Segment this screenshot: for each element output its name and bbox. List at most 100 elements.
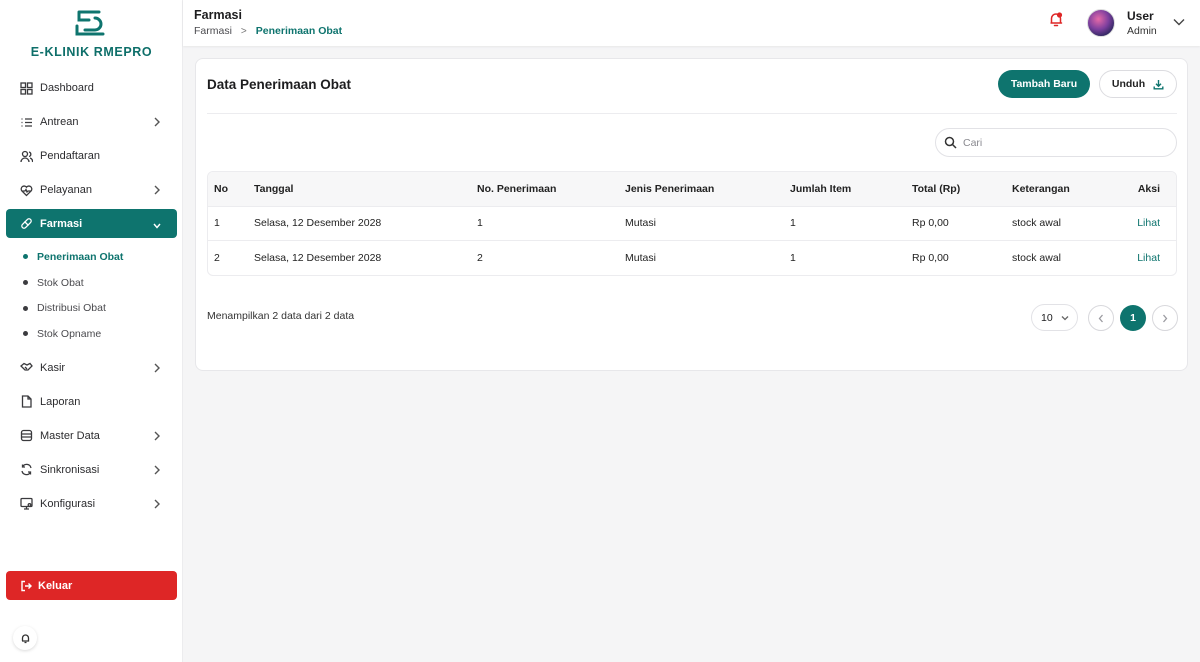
sidebar-item-label: Laporan: [40, 395, 81, 408]
breadcrumb-separator: >: [240, 25, 247, 37]
submenu-item-penerimaan-obat[interactable]: Penerimaan Obat: [6, 244, 177, 270]
cell-total: Rp 0,00: [912, 217, 949, 230]
submenu-item-label: Distribusi Obat: [37, 302, 106, 315]
grid-icon: [20, 81, 33, 95]
view-link[interactable]: Lihat: [1118, 241, 1176, 276]
sidebar-item-label: Kasir: [40, 361, 66, 374]
breadcrumb-parent[interactable]: Farmasi: [194, 25, 232, 37]
cell-keterangan: stock awal: [1012, 217, 1062, 230]
table-row: 1 Selasa, 12 Desember 2028 1 Mutasi 1 Rp…: [208, 206, 1176, 241]
monitor-settings-icon: [20, 497, 33, 510]
sidebar-item-farmasi[interactable]: Farmasi: [6, 209, 177, 238]
cell-keterangan: stock awal: [1012, 252, 1062, 264]
sidebar-item-label: Antrean: [40, 116, 79, 128]
submenu-item-stok-opname[interactable]: Stok Opname: [6, 321, 177, 347]
logout-icon: [21, 580, 32, 591]
cell-total: Rp 0,00: [912, 252, 949, 264]
column-header-no: No: [214, 182, 228, 195]
sidebar-item-label: Konfigurasi: [40, 497, 96, 510]
page-size-value: 10: [1041, 311, 1053, 324]
cell-tanggal: Selasa, 12 Desember 2028: [254, 217, 382, 230]
view-link[interactable]: Lihat: [1118, 206, 1176, 241]
chevron-down-icon: [1061, 315, 1069, 320]
sidebar-item-dashboard[interactable]: Dashboard: [6, 71, 177, 105]
cell-tanggal: Selasa, 12 Desember 2028: [254, 252, 382, 264]
page-title: Farmasi: [194, 8, 242, 22]
file-icon: [20, 395, 33, 408]
bell-alert-icon: [1050, 12, 1063, 27]
breadcrumb-current: Penerimaan Obat: [255, 25, 343, 37]
chevron-right-icon: [153, 464, 161, 476]
cell-jenis-penerimaan: Mutasi: [625, 217, 656, 230]
notification-toggle-button[interactable]: [13, 626, 37, 650]
bell-icon: [21, 633, 29, 643]
submenu-item-stok-obat[interactable]: Stok Obat: [6, 270, 177, 296]
card-title: Data Penerimaan Obat: [207, 77, 352, 92]
chevron-right-icon: [153, 116, 161, 128]
handshake-icon: [20, 361, 33, 374]
sidebar-item-sinkronisasi[interactable]: Sinkronisasi: [6, 453, 177, 487]
logout-label: Keluar: [38, 579, 73, 592]
brand-name: E-KLINIK RMEPRO: [30, 45, 153, 59]
prev-page-button[interactable]: [1088, 305, 1114, 331]
chevron-right-icon: [1163, 314, 1168, 322]
cell-no: 2: [214, 252, 220, 264]
cell-no-penerimaan: 1: [477, 217, 483, 230]
brand-logo[interactable]: E-KLINIK RMEPRO: [0, 8, 183, 59]
column-header-jenis-penerimaan: Jenis Penerimaan: [625, 182, 715, 195]
sidebar-item-label: Farmasi: [40, 217, 83, 230]
cell-jumlah-item: 1: [790, 217, 796, 230]
sidebar-item-pendaftaran[interactable]: Pendaftaran: [6, 139, 177, 173]
chevron-right-icon: [153, 362, 161, 374]
logout-button[interactable]: Keluar: [6, 571, 177, 600]
chevron-left-icon: [1098, 314, 1103, 322]
chevron-down-icon: [153, 220, 161, 232]
user-name[interactable]: User: [1127, 9, 1154, 23]
chevron-down-icon[interactable]: [1173, 17, 1185, 26]
sidebar-item-pelayanan[interactable]: Pelayanan: [6, 173, 177, 207]
submenu-item-distribusi-obat[interactable]: Distribusi Obat: [6, 295, 177, 321]
avatar[interactable]: [1087, 9, 1115, 37]
download-label: Unduh: [1111, 78, 1146, 90]
user-role: Admin: [1127, 25, 1157, 37]
search-box[interactable]: [935, 128, 1177, 157]
next-page-button[interactable]: [1152, 305, 1178, 331]
breadcrumb: Farmasi > Penerimaan Obat: [194, 25, 342, 37]
sidebar-item-konfigurasi[interactable]: Konfigurasi: [6, 487, 177, 521]
column-header-total: Total (Rp): [912, 182, 961, 195]
column-header-keterangan: Keterangan: [1012, 182, 1070, 195]
bullet-icon: [23, 331, 28, 337]
farmasi-submenu: Penerimaan Obat Stok Obat Distribusi Oba…: [6, 240, 177, 351]
chevron-right-icon: [153, 184, 161, 196]
submenu-item-label: Stok Obat: [37, 276, 84, 289]
chevron-right-icon: [153, 430, 161, 442]
submenu-item-label: Penerimaan Obat: [37, 250, 124, 263]
bullet-icon: [23, 254, 28, 260]
page-size-select[interactable]: 10: [1031, 304, 1078, 331]
add-new-button[interactable]: Tambah Baru: [998, 70, 1090, 98]
sidebar-item-kasir[interactable]: Kasir: [6, 351, 177, 385]
column-header-jumlah-item: Jumlah Item: [790, 182, 852, 195]
bullet-icon: [23, 305, 28, 311]
sidebar-item-label: Master Data: [40, 429, 100, 442]
sidebar-item-laporan[interactable]: Laporan: [6, 385, 177, 419]
data-table: No Tanggal No. Penerimaan Jenis Penerima…: [207, 171, 1177, 276]
download-button[interactable]: Unduh: [1099, 70, 1177, 98]
sidebar-item-antrean[interactable]: Antrean: [6, 105, 177, 139]
page-button-current[interactable]: 1: [1120, 305, 1146, 331]
notification-button[interactable]: [1047, 10, 1065, 28]
search-input[interactable]: [963, 136, 1163, 149]
pill-icon: [20, 217, 33, 230]
column-header-no-penerimaan: No. Penerimaan: [477, 182, 557, 195]
sidebar-item-label: Pendaftaran: [40, 150, 100, 162]
submenu-item-label: Stok Opname: [37, 327, 102, 340]
sidebar-item-master-data[interactable]: Master Data: [6, 419, 177, 453]
chevron-right-icon: [153, 498, 161, 510]
pagination-summary: Menampilkan 2 data dari 2 data: [207, 310, 355, 322]
sidebar: E-KLINIK RMEPRO Dashboard Antrean Pendaf…: [0, 0, 183, 662]
cell-jumlah-item: 1: [790, 252, 796, 264]
sidebar-item-label: Sinkronisasi: [40, 463, 100, 476]
database-icon: [20, 429, 33, 442]
logo-icon: [75, 10, 104, 36]
users-icon: [20, 150, 33, 163]
